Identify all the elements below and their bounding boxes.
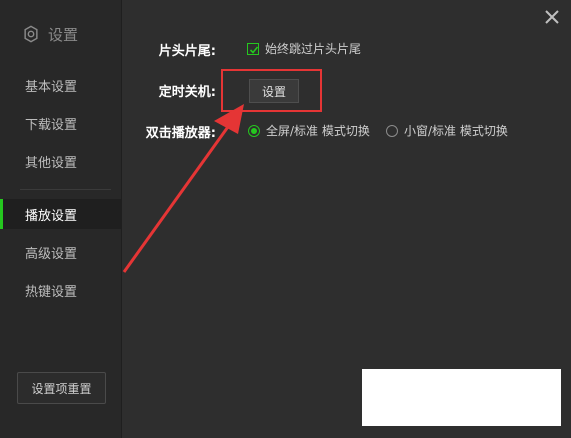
sidebar-item-label: 播放设置 xyxy=(25,208,78,224)
radio-label: 全屏/标准 模式切换 xyxy=(266,124,370,138)
watermark-char: 生 xyxy=(467,380,503,422)
close-icon[interactable] xyxy=(543,8,561,26)
sidebar-item-label: 基本设置 xyxy=(25,79,78,95)
sidebar-divider xyxy=(20,189,111,190)
watermark-char: 美 xyxy=(420,380,456,422)
skip-intro-checkbox[interactable] xyxy=(247,42,259,55)
sidebar-title-text: 设置 xyxy=(48,25,79,44)
sidebar-item-playback[interactable]: 播放设置 xyxy=(0,199,121,229)
settings-icon xyxy=(24,25,38,43)
radio-button-selected[interactable] xyxy=(248,124,260,137)
skip-intro-option[interactable]: 始终跳过片头片尾 xyxy=(247,40,361,57)
radio-mini-window-toggle[interactable]: 小窗/标准 模式切换 xyxy=(386,122,508,139)
watermark-char: 活 xyxy=(514,380,550,422)
watermark-char: 宜 xyxy=(373,380,409,422)
settings-window: 设置 基本设置 下载设置 其他设置 播放设置 高级设置 热键设置 设置项重置 片… xyxy=(0,0,571,438)
radio-fullscreen-toggle[interactable]: 全屏/标准 模式切换 xyxy=(248,122,370,139)
sidebar: 设置 基本设置 下载设置 其他设置 播放设置 高级设置 热键设置 设置项重置 xyxy=(0,0,122,438)
sidebar-item-hotkey[interactable]: 热键设置 xyxy=(0,275,121,305)
sidebar-item-other[interactable]: 其他设置 xyxy=(0,146,121,176)
shutdown-timer-label: 定时关机: xyxy=(158,85,216,100)
sidebar-item-label: 热键设置 xyxy=(25,284,78,300)
reset-settings-button[interactable]: 设置项重置 xyxy=(17,372,106,404)
sidebar-title: 设置 xyxy=(22,22,78,46)
skip-intro-label: 片头片尾: xyxy=(158,44,216,59)
skip-intro-checkbox-label: 始终跳过片头片尾 xyxy=(265,42,362,56)
sidebar-item-advanced[interactable]: 高级设置 xyxy=(0,237,121,267)
sidebar-item-download[interactable]: 下载设置 xyxy=(0,108,121,138)
check-icon xyxy=(249,45,259,54)
sidebar-item-label: 高级设置 xyxy=(25,246,78,262)
sidebar-item-label: 下载设置 xyxy=(25,117,78,133)
sidebar-item-basic[interactable]: 基本设置 xyxy=(0,70,121,100)
watermark-logo: 宜 美 生 活 xyxy=(362,369,561,426)
double-click-label: 双击播放器: xyxy=(145,126,216,141)
annotation-highlight-box xyxy=(221,69,322,112)
radio-button[interactable] xyxy=(386,124,398,137)
radio-label: 小窗/标准 模式切换 xyxy=(404,124,508,138)
sidebar-item-label: 其他设置 xyxy=(25,155,78,171)
